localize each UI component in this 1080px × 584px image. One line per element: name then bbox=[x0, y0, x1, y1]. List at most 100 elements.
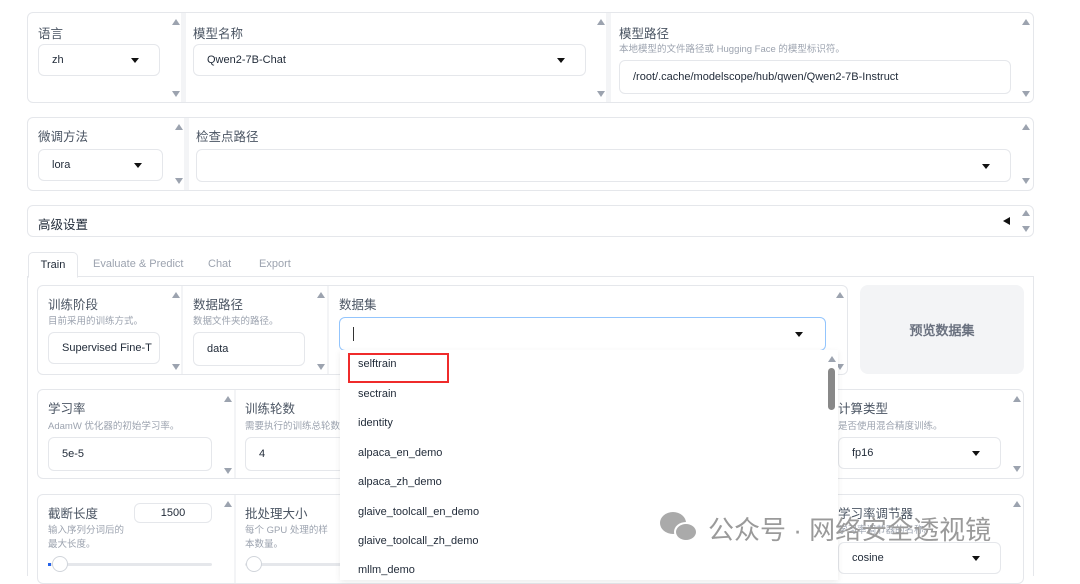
scroll-up-icon[interactable] bbox=[597, 19, 605, 25]
scroll-down-icon[interactable] bbox=[224, 468, 232, 474]
batch-slider-handle[interactable] bbox=[246, 556, 262, 572]
language-select[interactable]: zh bbox=[38, 44, 160, 76]
scroll-down-icon[interactable] bbox=[1022, 178, 1030, 184]
divider bbox=[184, 118, 189, 190]
divider bbox=[234, 390, 236, 478]
scroll-up-icon[interactable] bbox=[1022, 124, 1030, 130]
model-row: 语言 zh 模型名称 Qwen2-7B-Chat 模型路径 本地模型的文件路径或… bbox=[27, 12, 1034, 103]
dataset-option[interactable]: mllm_demo bbox=[358, 564, 415, 576]
scroll-up-icon[interactable] bbox=[172, 292, 180, 298]
dataset-select[interactable] bbox=[339, 317, 826, 351]
compute-select[interactable]: fp16 bbox=[838, 437, 1001, 469]
stage-value: Supervised Fine-T bbox=[62, 342, 152, 354]
batch-label: 批处理大小 bbox=[245, 507, 308, 521]
tab-train[interactable]: Train bbox=[28, 252, 78, 278]
batch-hint: 本数量。 bbox=[245, 539, 284, 550]
divider bbox=[181, 13, 186, 102]
model-name-label: 模型名称 bbox=[193, 27, 244, 41]
scroll-up-icon[interactable] bbox=[836, 292, 844, 298]
model-path-input[interactable]: /root/.cache/modelscope/hub/qwen/Qwen2-7… bbox=[619, 60, 1011, 94]
scroll-down-icon[interactable] bbox=[1022, 226, 1030, 232]
slider-fill bbox=[48, 563, 51, 566]
tab-export[interactable]: Export bbox=[259, 252, 291, 277]
scroll-down-icon[interactable] bbox=[175, 178, 183, 184]
scroll-up-icon[interactable] bbox=[172, 19, 180, 25]
divider bbox=[606, 13, 611, 102]
cutoff-label: 截断长度 bbox=[48, 507, 99, 521]
data-dir-input[interactable]: data bbox=[193, 332, 305, 366]
scroll-down-icon[interactable] bbox=[172, 364, 180, 370]
preview-dataset-button[interactable]: 预览数据集 bbox=[860, 285, 1024, 374]
dropdown-scrollbar[interactable] bbox=[828, 368, 835, 410]
model-name-value: Qwen2-7B-Chat bbox=[207, 54, 286, 66]
scroll-up-icon[interactable] bbox=[1022, 210, 1030, 216]
scroll-up-icon[interactable] bbox=[1022, 19, 1030, 25]
preview-dataset-label: 预览数据集 bbox=[909, 323, 975, 338]
compute-value: fp16 bbox=[852, 447, 874, 459]
cutoff-hint: 最大长度。 bbox=[48, 539, 96, 550]
scroll-down-icon[interactable] bbox=[1022, 91, 1030, 97]
batch-hint: 每个 GPU 处理的样 bbox=[245, 525, 328, 536]
cutoff-slider-handle[interactable] bbox=[52, 556, 68, 572]
scroll-down-icon[interactable] bbox=[172, 91, 180, 97]
data-dir-value: data bbox=[207, 343, 229, 355]
checkpoint-select[interactable] bbox=[196, 149, 1011, 182]
divider bbox=[234, 495, 236, 583]
divider bbox=[181, 286, 183, 374]
stage-hint: 目前采用的训练方式。 bbox=[48, 316, 144, 327]
compute-label: 计算类型 bbox=[838, 402, 889, 416]
model-path-value: /root/.cache/modelscope/hub/qwen/Qwen2-7… bbox=[633, 71, 899, 83]
epochs-label: 训练轮数 bbox=[245, 402, 296, 416]
advanced-label: 高级设置 bbox=[38, 218, 89, 232]
language-label: 语言 bbox=[38, 27, 64, 41]
epochs-value: 4 bbox=[259, 448, 266, 460]
dataset-option[interactable]: glaive_toolcall_zh_demo bbox=[358, 535, 478, 547]
scroll-up-icon[interactable] bbox=[175, 124, 183, 130]
finetune-value: lora bbox=[52, 159, 71, 171]
collapse-triangle-icon bbox=[1003, 217, 1010, 225]
tab-evaluate-predict[interactable]: Evaluate & Predict bbox=[93, 252, 184, 277]
chevron-down-icon bbox=[131, 58, 139, 63]
scroll-up-icon[interactable] bbox=[828, 356, 836, 362]
scroll-up-icon[interactable] bbox=[1013, 396, 1021, 402]
scroll-down-icon[interactable] bbox=[1013, 466, 1021, 472]
finetune-select[interactable]: lora bbox=[38, 149, 163, 181]
scheduler-value: cosine bbox=[852, 552, 884, 564]
chevron-down-icon bbox=[972, 451, 980, 456]
cutoff-hint: 输入序列分词后的 bbox=[48, 525, 125, 536]
watermark-text: 公众号 · 网络安全透视镜 bbox=[708, 515, 992, 545]
dataset-option[interactable]: sectrain bbox=[358, 388, 397, 400]
scroll-down-icon[interactable] bbox=[597, 91, 605, 97]
dataset-option[interactable]: alpaca_en_demo bbox=[358, 447, 442, 459]
model-name-select[interactable]: Qwen2-7B-Chat bbox=[193, 44, 586, 76]
scroll-up-icon[interactable] bbox=[1013, 501, 1021, 507]
finetune-row: 微调方法 lora 检查点路径 bbox=[27, 117, 1034, 191]
text-cursor bbox=[353, 327, 354, 341]
cutoff-slider[interactable] bbox=[48, 563, 212, 566]
scroll-down-icon[interactable] bbox=[317, 364, 325, 370]
chevron-down-icon bbox=[557, 58, 565, 63]
dataset-option[interactable]: identity bbox=[358, 417, 393, 429]
dataset-option[interactable]: glaive_toolcall_en_demo bbox=[358, 506, 479, 518]
lr-input[interactable]: 5e-5 bbox=[48, 437, 212, 471]
stage-select[interactable]: Supervised Fine-T bbox=[48, 332, 160, 364]
checkpoint-label: 检查点路径 bbox=[196, 130, 259, 144]
advanced-settings-accordion[interactable]: 高级设置 bbox=[27, 205, 1034, 237]
finetune-label: 微调方法 bbox=[38, 130, 89, 144]
language-value: zh bbox=[52, 54, 64, 66]
epochs-input[interactable]: 4 bbox=[245, 437, 345, 471]
lr-hint: AdamW 优化器的初始学习率。 bbox=[48, 421, 180, 432]
cutoff-input[interactable]: 1500 bbox=[134, 503, 212, 523]
lr-label: 学习率 bbox=[48, 402, 86, 416]
scroll-up-icon[interactable] bbox=[317, 292, 325, 298]
scroll-up-icon[interactable] bbox=[224, 501, 232, 507]
chevron-down-icon bbox=[795, 332, 803, 337]
data-dir-label: 数据路径 bbox=[193, 298, 244, 312]
dataset-option[interactable]: alpaca_zh_demo bbox=[358, 476, 442, 488]
scroll-up-icon[interactable] bbox=[224, 396, 232, 402]
epochs-hint: 需要执行的训练总轮数。 bbox=[245, 421, 340, 432]
cutoff-value: 1500 bbox=[160, 507, 186, 519]
compute-hint: 是否使用混合精度训练。 bbox=[838, 421, 943, 432]
tab-chat[interactable]: Chat bbox=[208, 252, 231, 277]
divider bbox=[327, 286, 329, 374]
